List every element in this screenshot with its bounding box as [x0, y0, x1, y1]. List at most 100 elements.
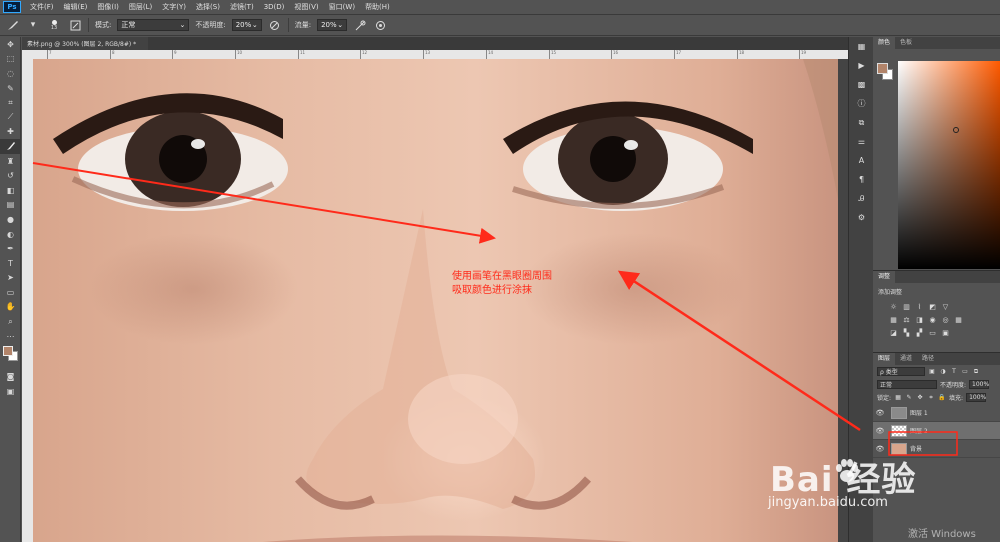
blur-icon[interactable]: ● [0, 212, 21, 227]
tab-paths[interactable]: 路径 [917, 353, 939, 365]
tab-channels[interactable]: 通道 [895, 353, 917, 365]
more-tools-icon[interactable]: ⋯ [0, 329, 21, 344]
foreground-color-swatch[interactable] [877, 63, 888, 74]
menu-select[interactable]: 选择(S) [191, 2, 225, 12]
filter-smart-icon[interactable]: ⧉ [972, 368, 980, 376]
brush-panel-toggle-icon[interactable] [68, 18, 82, 32]
hue-saturation-icon[interactable]: ▦ [889, 315, 898, 324]
hand-icon[interactable]: ✋ [0, 300, 21, 315]
dodge-icon[interactable]: ◐ [0, 227, 21, 242]
black-white-icon[interactable]: ◨ [915, 315, 924, 324]
curves-icon[interactable]: ⌇ [915, 302, 924, 311]
tab-swatches[interactable]: 色板 [895, 37, 917, 49]
pressure-opacity-icon[interactable] [268, 18, 282, 32]
brush-icon[interactable] [0, 139, 21, 154]
exposure-icon[interactable]: ◩ [928, 302, 937, 311]
character-panel-icon[interactable]: A [849, 151, 874, 170]
layer-opacity-input[interactable]: 100% [969, 380, 989, 389]
history-panel-icon[interactable]: ▦ [849, 37, 874, 56]
sliders-icon[interactable]: ⚌ [849, 132, 874, 151]
brush-size-picker[interactable]: 13 [46, 17, 62, 33]
blend-mode-select[interactable]: 正常 [877, 380, 937, 389]
menu-type[interactable]: 文字(Y) [157, 2, 191, 12]
healing-icon[interactable]: ✚ [0, 125, 21, 140]
menu-help[interactable]: 帮助(H) [360, 2, 395, 12]
channel-mixer-icon[interactable]: ◎ [941, 315, 950, 324]
pen-icon[interactable]: ✒ [0, 241, 21, 256]
dropdown-arrow-icon[interactable]: ▾ [26, 18, 40, 32]
glyphs-icon[interactable]: Ꭿ [849, 189, 874, 208]
move-icon[interactable]: ✥ [0, 37, 21, 52]
menu-filter[interactable]: 滤镜(T) [225, 2, 259, 12]
threshold-icon[interactable]: ▞ [915, 328, 924, 337]
image-canvas[interactable] [33, 59, 838, 542]
tab-adjustments[interactable]: 调整 [873, 271, 896, 283]
color-panel-swatches[interactable] [877, 63, 893, 81]
paragraph-icon[interactable]: ¶ [849, 170, 874, 189]
flow-input[interactable]: 20% ⌄ [317, 19, 348, 31]
layer-row-selected[interactable]: 👁 图层 2 [873, 422, 1000, 440]
lock-pixels-icon[interactable]: ✎ [905, 394, 913, 402]
eyedropper-icon[interactable]: ⟋ [0, 110, 21, 125]
color-balance-icon[interactable]: ⚖ [902, 315, 911, 324]
color-lookup-icon[interactable]: ▦ [954, 315, 963, 324]
menu-view[interactable]: 视图(V) [289, 2, 323, 12]
filter-pixel-icon[interactable]: ▣ [928, 368, 936, 376]
pressure-size-icon[interactable] [373, 18, 387, 32]
fill-input[interactable]: 100% [966, 393, 986, 402]
brightness-icon[interactable]: ☼ [889, 302, 898, 311]
info-icon[interactable]: ⓘ [849, 94, 874, 113]
type-icon[interactable]: T [0, 256, 21, 271]
marquee-icon[interactable]: ⬚ [0, 52, 21, 67]
vibrance-icon[interactable]: ▽ [941, 302, 950, 311]
tool-presets-icon[interactable]: ⚙ [849, 208, 874, 227]
gradient-map-icon[interactable]: ▭ [928, 328, 937, 337]
rectangle-icon[interactable]: ▭ [0, 285, 21, 300]
screen-mode-icon[interactable]: ▣ [0, 384, 21, 399]
swatches-panel-icon[interactable]: ▩ [849, 75, 874, 94]
layer-row[interactable]: 👁 图层 1 [873, 404, 1000, 422]
menu-file[interactable]: 文件(F) [25, 2, 59, 12]
history-brush-icon[interactable]: ↺ [0, 168, 21, 183]
menu-window[interactable]: 窗口(W) [324, 2, 360, 12]
gradient-icon[interactable]: ▤ [0, 198, 21, 213]
layer-filter-select[interactable]: ρ 类型 [877, 367, 925, 376]
color-picker-field[interactable] [898, 61, 1000, 269]
path-select-icon[interactable]: ➤ [0, 271, 21, 286]
quick-select-icon[interactable]: ✎ [0, 81, 21, 96]
levels-icon[interactable]: ▥ [902, 302, 911, 311]
eye-icon[interactable]: 👁 [873, 427, 887, 435]
tab-layers[interactable]: 图层 [873, 353, 896, 365]
clone-source-icon[interactable]: ⧉ [849, 113, 874, 132]
invert-icon[interactable]: ◪ [889, 328, 898, 337]
eye-icon[interactable]: 👁 [873, 409, 887, 417]
tab-color[interactable]: 颜色 [873, 37, 896, 49]
opacity-input[interactable]: 20% ⌄ [231, 19, 262, 31]
menu-image[interactable]: 图像(I) [92, 2, 124, 12]
lasso-icon[interactable]: ◌ [0, 66, 21, 81]
crop-icon[interactable]: ⌗ [0, 95, 21, 110]
stamp-icon[interactable]: ♜ [0, 154, 21, 169]
photo-filter-icon[interactable]: ◉ [928, 315, 937, 324]
lock-position-icon[interactable]: ✥ [916, 394, 924, 402]
brush-tool-icon[interactable] [6, 18, 20, 32]
layer-name[interactable]: 图层 2 [910, 426, 928, 435]
lock-artboard-icon[interactable]: ⌗ [927, 394, 935, 402]
posterize-icon[interactable]: ▚ [902, 328, 911, 337]
document-tab[interactable]: 素材.png @ 300% (图层 2, RGB/8#) * [22, 37, 148, 50]
filter-shape-icon[interactable]: ▭ [961, 368, 969, 376]
mode-select[interactable]: 正常 ⌄ [117, 19, 190, 31]
selective-color-icon[interactable]: ▣ [941, 328, 950, 337]
lock-transparent-icon[interactable]: ▦ [894, 394, 902, 402]
layer-name[interactable]: 图层 1 [910, 408, 928, 417]
eraser-icon[interactable]: ◧ [0, 183, 21, 198]
lock-all-icon[interactable]: 🔒 [938, 394, 946, 402]
foreground-color-swatch[interactable] [3, 346, 13, 357]
menu-edit[interactable]: 编辑(E) [59, 2, 93, 12]
filter-adjust-icon[interactable]: ◑ [939, 368, 947, 376]
zoom-icon[interactable]: ⌕ [0, 314, 21, 329]
quick-mask-icon[interactable]: ◙ [0, 369, 21, 384]
airbrush-icon[interactable] [353, 18, 367, 32]
actions-play-icon[interactable]: ▶ [849, 56, 874, 75]
color-swatches[interactable] [0, 343, 21, 369]
